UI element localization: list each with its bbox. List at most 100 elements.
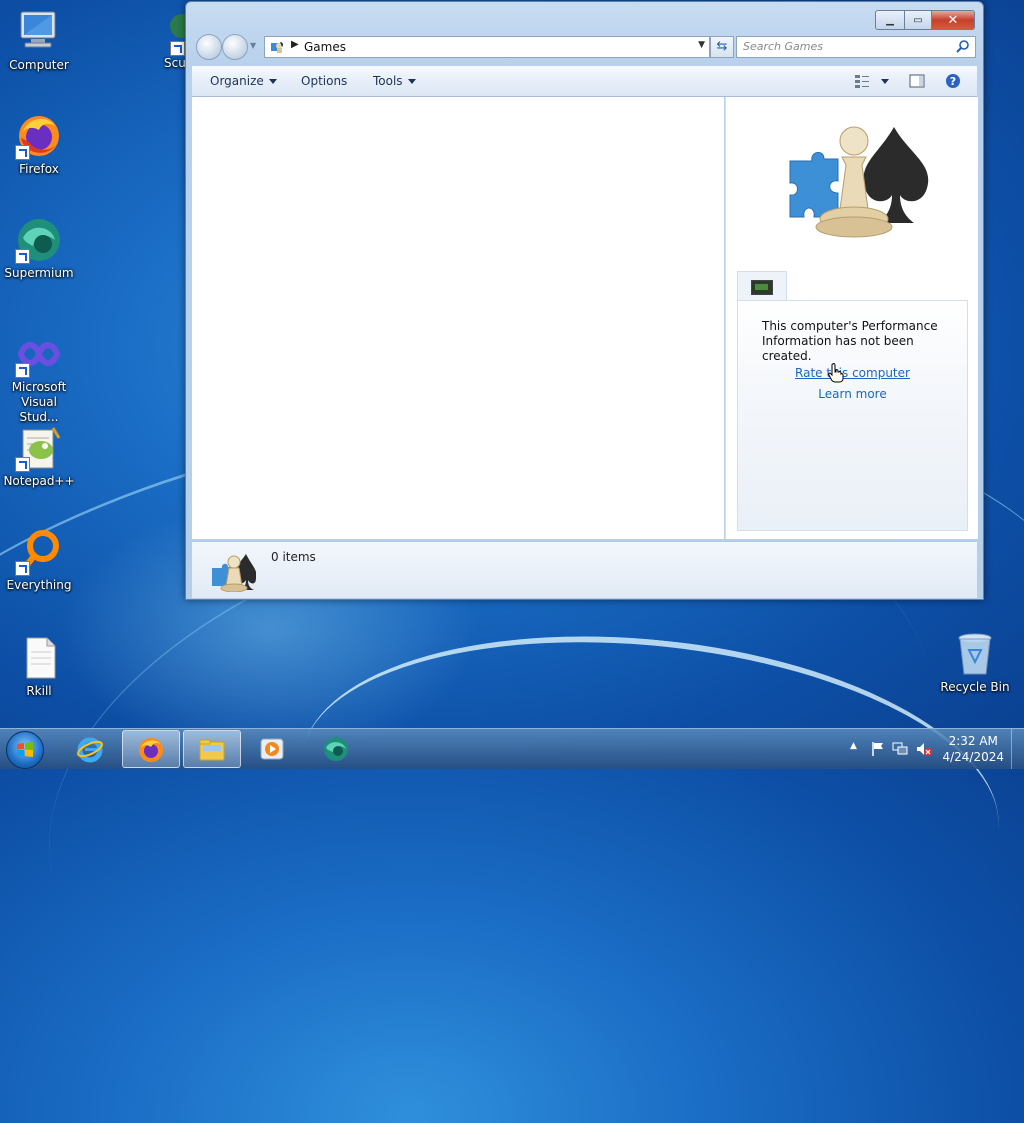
- desktop-icon-label: Everything: [6, 578, 72, 592]
- visual-studio-icon: [15, 330, 63, 378]
- details-pane: This computer's Performance Information …: [725, 97, 978, 539]
- hand-cursor-icon: [828, 363, 844, 383]
- learn-more-link[interactable]: Learn more: [738, 387, 967, 401]
- desktop-icon-computer[interactable]: Computer: [1, 8, 77, 73]
- rate-computer-link[interactable]: Rate this computer: [738, 366, 967, 380]
- options-label: Options: [301, 74, 348, 88]
- recent-pages-chevron-icon[interactable]: ▼: [250, 41, 256, 50]
- taskbar: ▲ 2:32 AM 4/24/2024: [0, 728, 1024, 769]
- volume-muted-icon[interactable]: [916, 741, 932, 757]
- supermium-icon: [15, 216, 63, 264]
- firefox-icon: [15, 112, 63, 160]
- taskbar-windows-explorer[interactable]: [183, 730, 241, 768]
- desktop-icon-label: Supermium: [4, 266, 74, 280]
- search-placeholder: Search Games: [743, 40, 824, 53]
- refresh-button[interactable]: ⇆: [710, 36, 734, 58]
- monitor-icon: [751, 280, 773, 295]
- desktop-icon-label: Rkill: [26, 684, 52, 698]
- shortcut-arrow-icon: [15, 145, 30, 160]
- navigation-bar: ▼ ▶ Games ▼ ⇆ Search Games: [194, 34, 976, 62]
- supermium-icon: [324, 737, 348, 761]
- desktop-icon-label: Recycle Bin: [940, 680, 1010, 694]
- folder-icon: [199, 739, 225, 761]
- notepad-plus-icon: [15, 424, 63, 472]
- app-icon: [156, 8, 194, 56]
- maximize-icon: ▭: [913, 14, 923, 26]
- search-icon[interactable]: [956, 39, 970, 53]
- desktop-icon-label: Notepad++: [3, 474, 75, 488]
- organize-menu[interactable]: Organize: [210, 74, 277, 88]
- svg-text:?: ?: [950, 75, 956, 88]
- desktop-icon-label: Computer: [9, 58, 69, 72]
- tools-label: Tools: [373, 74, 403, 88]
- desktop-icon-notepad-plus[interactable]: Notepad++: [1, 424, 77, 489]
- organize-label: Organize: [210, 74, 264, 88]
- desktop-icon-recycle-bin[interactable]: Recycle Bin: [937, 630, 1013, 695]
- performance-panel: This computer's Performance Information …: [737, 300, 968, 531]
- maximize-button[interactable]: ▭: [905, 10, 932, 30]
- firefox-icon: [139, 738, 163, 762]
- forward-button[interactable]: [222, 34, 248, 60]
- everything-icon: [15, 528, 63, 576]
- internet-explorer-icon: [77, 737, 103, 763]
- show-desktop-button[interactable]: [1011, 729, 1024, 769]
- desktop-icon-label: Microsoft Visual Stud...: [11, 380, 67, 424]
- show-hidden-icons-icon[interactable]: ▲: [850, 741, 857, 751]
- file-icon: [15, 634, 63, 682]
- desktop-icon-label: Firefox: [19, 162, 59, 176]
- taskbar-firefox[interactable]: [122, 730, 180, 768]
- games-explorer-icon: [789, 126, 929, 238]
- desktop-icon-rkill[interactable]: Rkill: [1, 634, 77, 699]
- desktop-icon-firefox[interactable]: Firefox: [1, 112, 77, 177]
- clock[interactable]: 2:32 AM 4/24/2024: [942, 733, 1004, 765]
- back-button[interactable]: [196, 34, 222, 60]
- clock-time: 2:32 AM: [948, 734, 998, 748]
- shortcut-arrow-icon: [15, 363, 30, 378]
- breadcrumb-chevron-icon[interactable]: ▶: [291, 39, 299, 50]
- desktop-icon-supermium[interactable]: Supermium: [1, 216, 77, 281]
- recycle-bin-icon: [951, 630, 999, 678]
- shortcut-arrow-icon: [15, 561, 30, 576]
- action-center-flag-icon[interactable]: [870, 741, 886, 757]
- performance-tab[interactable]: [737, 271, 787, 302]
- preview-pane-icon[interactable]: [909, 73, 925, 89]
- command-bar: Organize Options Tools ?: [192, 66, 977, 97]
- games-folder-icon: [271, 42, 284, 53]
- item-count: 0 items: [271, 550, 316, 564]
- window-controls: ▁ ▭ ✕: [875, 10, 975, 30]
- options-button[interactable]: Options: [301, 74, 347, 88]
- shortcut-arrow-icon: [170, 41, 185, 56]
- view-options-chevron-icon[interactable]: [881, 79, 889, 84]
- desktop-icon-everything[interactable]: Everything: [1, 528, 77, 593]
- shortcut-arrow-icon: [15, 457, 30, 472]
- network-icon[interactable]: [892, 741, 908, 757]
- taskbar-media-player[interactable]: [244, 730, 300, 766]
- change-view-icon[interactable]: [854, 73, 870, 89]
- performance-message: This computer's Performance Information …: [762, 319, 938, 363]
- taskbar-supermium[interactable]: [308, 730, 364, 766]
- file-list-area[interactable]: [192, 97, 724, 539]
- windows-logo-icon: [17, 742, 33, 757]
- clock-date: 4/24/2024: [942, 750, 1004, 764]
- minimize-button[interactable]: ▁: [875, 10, 905, 30]
- chevron-down-icon: [407, 79, 416, 84]
- desktop-icon-visual-studio[interactable]: Microsoft Visual Stud...: [1, 330, 77, 425]
- games-explorer-small-icon: [212, 554, 256, 592]
- system-tray: ▲ 2:32 AM 4/24/2024: [834, 729, 1024, 769]
- chevron-down-icon: [268, 79, 277, 84]
- status-bar: 0 items: [192, 541, 977, 598]
- minimize-icon: ▁: [886, 14, 894, 26]
- address-path[interactable]: Games: [304, 40, 346, 54]
- taskbar-internet-explorer[interactable]: [62, 730, 118, 766]
- close-button[interactable]: ✕: [932, 10, 975, 30]
- media-player-icon: [260, 738, 284, 760]
- search-box[interactable]: Search Games: [736, 36, 976, 58]
- computer-icon: [15, 8, 63, 56]
- tools-menu[interactable]: Tools: [373, 74, 416, 88]
- start-button[interactable]: [6, 731, 44, 769]
- help-icon[interactable]: ?: [945, 73, 961, 89]
- games-explorer-window[interactable]: ▁ ▭ ✕ ▼ ▶ Games ▼ ⇆ Search Games Organiz…: [185, 1, 984, 600]
- close-icon: ✕: [947, 12, 959, 28]
- address-bar[interactable]: ▶ Games ▼: [264, 36, 710, 58]
- address-dropdown-icon[interactable]: ▼: [698, 40, 705, 50]
